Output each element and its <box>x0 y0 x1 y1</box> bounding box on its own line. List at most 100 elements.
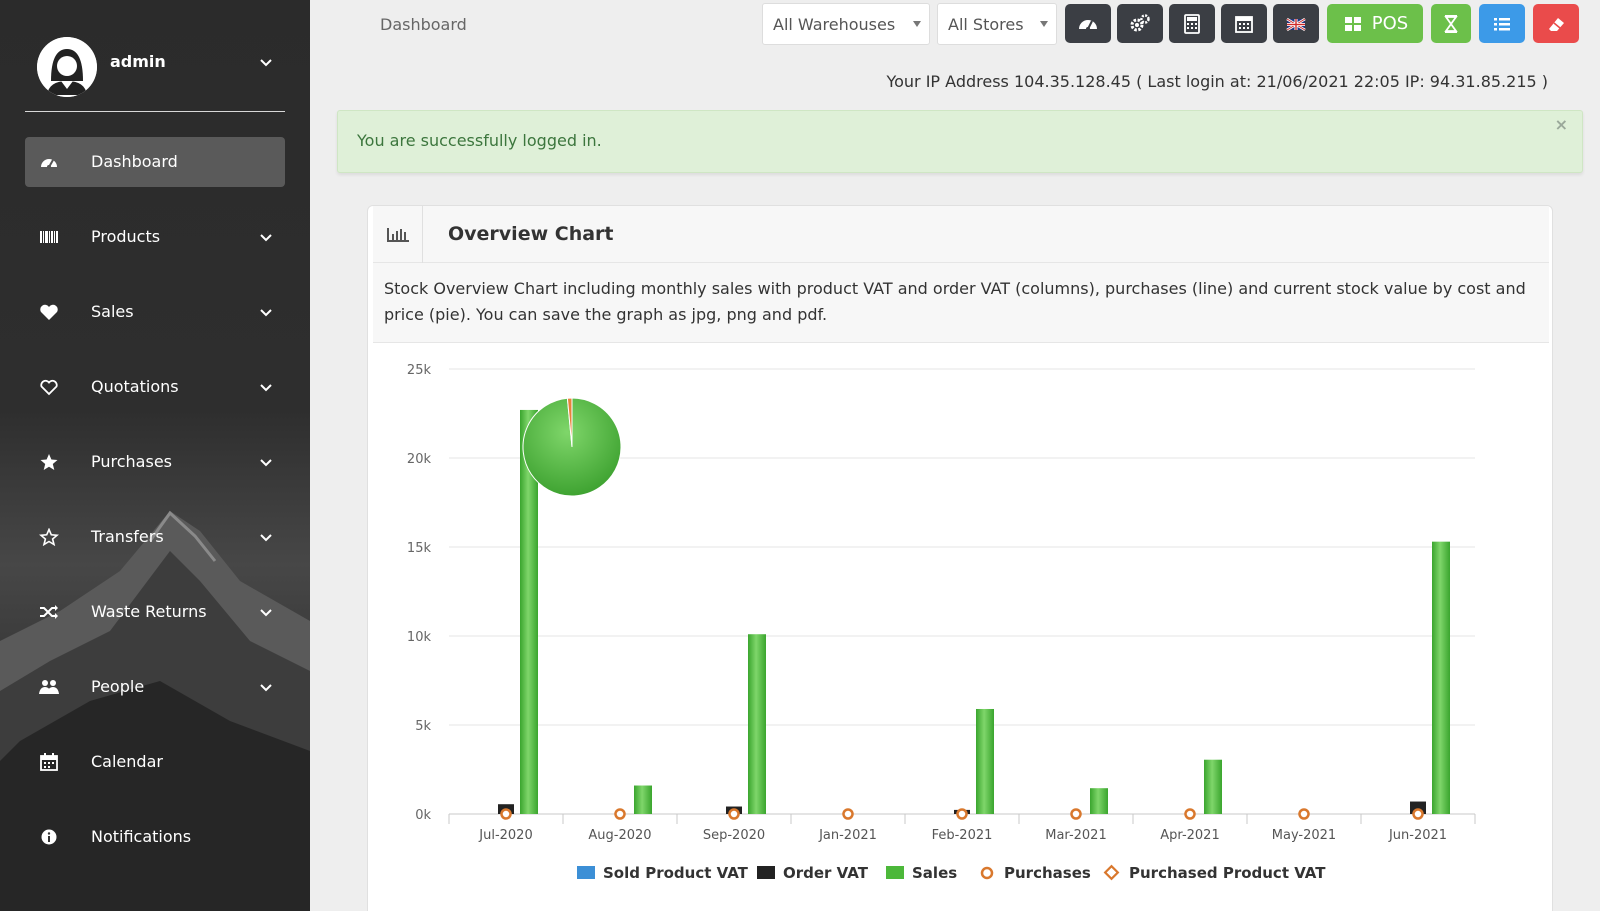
calendar-button[interactable] <box>1221 4 1267 43</box>
legend-swatch <box>757 866 775 879</box>
calculator-icon <box>1184 13 1200 34</box>
legend-label: Purchased Product VAT <box>1129 864 1326 882</box>
calendar-icon <box>1235 15 1253 33</box>
panel-header: Overview Chart <box>373 206 1549 263</box>
dashboard-button[interactable] <box>1065 4 1111 43</box>
sidebar-item-label: People <box>91 677 145 696</box>
profile-name: admin <box>110 52 166 71</box>
y-tick-label: 20k <box>407 452 432 467</box>
pos-button[interactable]: POS <box>1327 4 1423 43</box>
bar-sales <box>1204 759 1222 814</box>
hourglass-button[interactable] <box>1431 4 1471 43</box>
bar-chart-icon <box>373 206 423 263</box>
chevron-down-icon <box>260 684 272 692</box>
sidebar-nav: Dashboard Products Sales Quotations Purc… <box>25 137 285 887</box>
uk-flag-icon <box>1286 17 1306 31</box>
sidebar-item-quotations[interactable]: Quotations <box>25 362 285 412</box>
sidebar-item-label: Purchases <box>91 452 172 471</box>
purchases-marker <box>1298 808 1310 820</box>
clear-button[interactable] <box>1533 4 1579 43</box>
language-button[interactable] <box>1273 4 1319 43</box>
chevron-down-icon <box>260 384 272 392</box>
close-icon[interactable]: × <box>1555 115 1568 134</box>
chevron-down-icon <box>260 609 272 617</box>
sidebar-item-sales[interactable]: Sales <box>25 287 285 337</box>
x-tick-label: Jan-2021 <box>818 828 877 843</box>
x-tick-label: Jul-2020 <box>478 828 532 843</box>
sidebar-item-label: Waste Returns <box>91 602 207 621</box>
hourglass-icon <box>1444 14 1458 33</box>
star-outline-icon <box>39 528 59 546</box>
sidebar-item-dashboard[interactable]: Dashboard <box>25 137 285 187</box>
random-icon <box>40 605 58 619</box>
chevron-down-icon <box>260 459 272 467</box>
bar-sales <box>634 785 652 814</box>
sidebar-item-label: Sales <box>91 302 134 321</box>
th-large-icon <box>1344 16 1361 31</box>
purchases-marker <box>614 808 626 820</box>
dashboard-icon <box>1079 19 1097 31</box>
x-tick-label: Feb-2021 <box>932 828 993 843</box>
store-select-value: All Stores <box>948 15 1024 34</box>
panel-title: Overview Chart <box>448 223 614 245</box>
sidebar-item-people[interactable]: People <box>25 662 285 712</box>
heart-icon <box>40 304 58 320</box>
y-tick-label: 5k <box>415 719 431 734</box>
purchases-marker <box>728 808 740 820</box>
settings-button[interactable] <box>1117 4 1163 43</box>
chevron-down-icon <box>913 21 921 27</box>
info-icon <box>41 829 57 845</box>
pos-label: POS <box>1371 13 1409 34</box>
store-select[interactable]: All Stores <box>937 3 1057 45</box>
x-tick-label: May-2021 <box>1272 828 1336 843</box>
overview-chart-panel: Overview Chart Stock Overview Chart incl… <box>367 205 1553 911</box>
legend-label: Purchases <box>1004 864 1091 882</box>
calendar-icon <box>40 753 58 771</box>
list-button[interactable] <box>1479 4 1525 43</box>
sidebar-item-label: Dashboard <box>91 152 178 171</box>
legend-swatch <box>886 866 904 879</box>
legend-label: Sold Product VAT <box>603 864 749 882</box>
sidebar-item-transfers[interactable]: Transfers <box>25 512 285 562</box>
sidebar-item-label: Calendar <box>91 752 163 771</box>
overview-chart: 0k 5k 10k 15k 20k 25k Jul-2020 Aug-2020 Sep-2020… <box>407 363 1476 882</box>
legend-label: Order VAT <box>783 864 869 882</box>
users-icon <box>39 680 59 694</box>
sidebar-item-label: Notifications <box>91 827 192 846</box>
y-tick-label: 0k <box>415 808 431 823</box>
bar-sales <box>748 634 766 814</box>
bar-sales <box>1432 541 1450 814</box>
sidebar-item-label: Quotations <box>91 377 179 396</box>
y-tick-label: 25k <box>407 363 432 378</box>
bar-sales <box>976 708 994 814</box>
legend-label: Sales <box>912 864 957 882</box>
barcode-icon <box>40 231 58 243</box>
warehouse-select-value: All Warehouses <box>773 15 896 34</box>
dashboard-icon <box>41 159 57 169</box>
purchases-marker <box>500 808 512 820</box>
y-tick-label: 10k <box>407 630 432 645</box>
sidebar-item-calendar[interactable]: Calendar <box>25 737 285 787</box>
sidebar-item-products[interactable]: Products <box>25 212 285 262</box>
chevron-down-icon <box>260 309 272 317</box>
legend-swatch <box>1103 864 1120 881</box>
chevron-down-icon[interactable] <box>259 56 273 70</box>
purchases-marker <box>842 808 854 820</box>
sidebar: admin Dashboard Products Sales Quotation… <box>0 0 310 911</box>
calculator-button[interactable] <box>1169 4 1215 43</box>
ip-address-info: Your IP Address 104.35.128.45 ( Last log… <box>886 72 1548 91</box>
sidebar-item-waste-returns[interactable]: Waste Returns <box>25 587 285 637</box>
x-tick-label: Sep-2020 <box>703 828 765 843</box>
sidebar-item-purchases[interactable]: Purchases <box>25 437 285 487</box>
panel-description: Stock Overview Chart including monthly s… <box>373 263 1549 343</box>
gears-icon <box>1130 13 1150 31</box>
purchases-marker <box>1412 808 1424 820</box>
warehouse-select[interactable]: All Warehouses <box>762 3 930 45</box>
sidebar-item-notifications[interactable]: Notifications <box>25 812 285 862</box>
star-icon <box>40 454 58 470</box>
purchases-marker <box>956 808 968 820</box>
breadcrumb[interactable]: Dashboard <box>380 15 467 34</box>
legend-swatch <box>577 866 595 879</box>
alert-message: You are successfully logged in. <box>357 131 602 150</box>
user-profile[interactable]: admin <box>25 30 285 112</box>
